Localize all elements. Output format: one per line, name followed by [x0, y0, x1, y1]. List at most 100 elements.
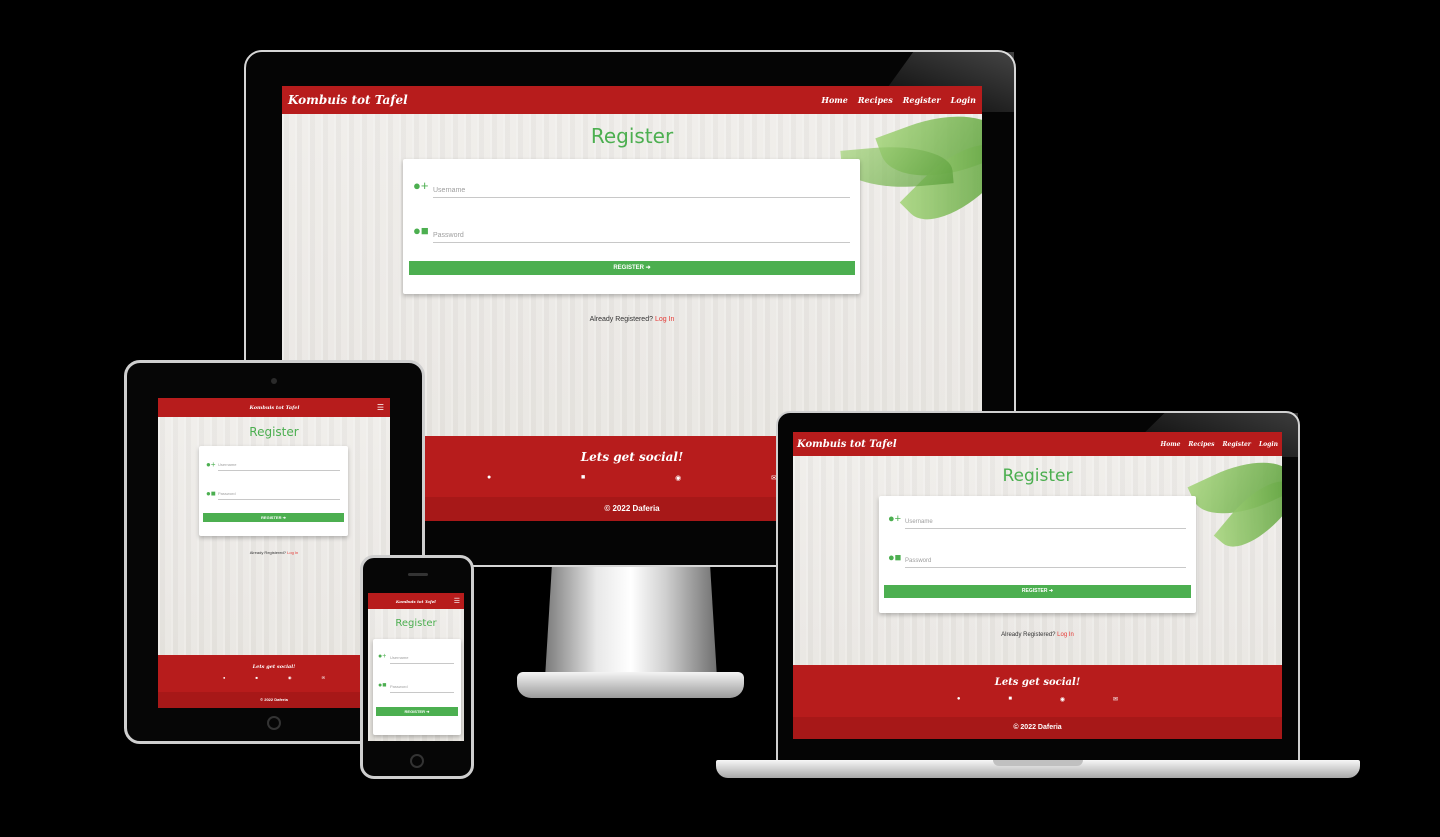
nav-links: Home Recipes Register Login	[821, 95, 976, 105]
register-button-label: REGISTER	[404, 709, 425, 714]
nav-recipes[interactable]: Recipes	[1188, 441, 1214, 448]
phone-home-button	[410, 754, 424, 768]
instagram-icon[interactable]: ■	[256, 675, 258, 680]
register-button[interactable]: REGISTER ➜	[884, 585, 1191, 598]
page-title: Register	[395, 618, 437, 629]
user-plus-icon: ●+	[888, 513, 902, 525]
user-lock-icon: ●■	[888, 552, 902, 564]
nav-register[interactable]: Register	[903, 95, 941, 105]
social-links: ● ■ ◉ ✉	[793, 696, 1282, 703]
email-icon[interactable]: ✉	[1113, 696, 1118, 703]
social-title: Lets get social!	[252, 664, 296, 670]
nav-login[interactable]: Login	[951, 95, 976, 105]
sign-in-icon: ➜	[282, 515, 286, 520]
sign-in-icon: ➜	[426, 709, 430, 714]
monitor-stand-neck	[545, 566, 717, 678]
tablet-screen: Kombuis tot Tafel ☰ Register ●+ Username…	[158, 398, 390, 708]
sign-in-icon: ➜	[1048, 588, 1054, 594]
social-links: ● ■ ◉ ✉	[158, 675, 390, 680]
login-link[interactable]: Log In	[287, 550, 298, 555]
username-placeholder: Username	[390, 655, 409, 660]
user-lock-icon: ●■	[413, 223, 429, 238]
facebook-icon[interactable]: ●	[487, 474, 491, 482]
register-button[interactable]: REGISTER ➜	[203, 513, 344, 522]
user-lock-icon: ●■	[206, 489, 216, 498]
username-field[interactable]: Username	[390, 650, 454, 664]
user-plus-icon: ●+	[378, 653, 387, 660]
register-button[interactable]: REGISTER ➜	[409, 261, 855, 275]
username-placeholder: Username	[433, 187, 466, 194]
password-field[interactable]: Password	[390, 679, 454, 693]
brand-logo[interactable]: Kombuis tot Tafel	[797, 439, 897, 450]
password-placeholder: Password	[905, 558, 932, 564]
username-field[interactable]: Username	[905, 510, 1186, 529]
pinterest-icon[interactable]: ◉	[675, 474, 681, 482]
monitor-stand-base	[517, 672, 744, 698]
username-placeholder: Username	[905, 519, 933, 525]
instagram-icon[interactable]: ■	[581, 474, 585, 482]
nav-home[interactable]: Home	[1161, 441, 1181, 448]
register-card: ●+ Username ●■ Password REGISTER ➜	[373, 639, 461, 735]
password-field[interactable]: Password	[433, 220, 850, 243]
brand-logo[interactable]: Kombuis tot Tafel	[396, 599, 436, 604]
user-lock-icon: ●■	[378, 682, 387, 689]
brand-logo[interactable]: Kombuis tot Tafel	[288, 93, 408, 107]
register-card: ●+ Username ●■ Password REGISTER ➜	[199, 446, 348, 536]
footer: Lets get social! ● ■ ◉ ✉ © 2022 Daferia	[158, 655, 390, 708]
page-title: Register	[1002, 466, 1073, 486]
password-placeholder: Password	[433, 232, 464, 239]
register-card: ●+ Username ●■ Password REGISTER ➜	[403, 159, 860, 294]
already-registered: Already Registered? Log In	[158, 550, 390, 555]
social-title: Lets get social!	[994, 677, 1081, 688]
user-plus-icon: ●+	[413, 178, 429, 193]
username-field[interactable]: Username	[433, 175, 850, 198]
nav-recipes[interactable]: Recipes	[858, 95, 893, 105]
password-placeholder: Password	[218, 491, 236, 496]
register-button-label: REGISTER	[261, 515, 282, 520]
laptop-notch	[993, 760, 1083, 766]
password-placeholder: Password	[390, 684, 408, 689]
user-plus-icon: ●+	[206, 460, 216, 469]
nav-home[interactable]: Home	[821, 95, 847, 105]
footer: Lets get social! ● ■ ◉ ✉ © 2022 Daferia	[793, 665, 1282, 739]
tablet-camera	[271, 378, 277, 384]
pinterest-icon[interactable]: ◉	[288, 675, 292, 680]
navbar: Kombuis tot Tafel Home Recipes Register …	[793, 432, 1282, 456]
already-registered: Already Registered? Log In	[282, 316, 982, 323]
password-field[interactable]: Password	[905, 549, 1186, 568]
register-button-label: REGISTER	[613, 265, 644, 271]
phone-speaker	[408, 573, 428, 576]
login-link[interactable]: Log In	[655, 316, 674, 323]
hamburger-menu-icon[interactable]: ☰	[454, 598, 460, 605]
laptop-screen: Kombuis tot Tafel Home Recipes Register …	[793, 432, 1282, 739]
copyright: © 2022 Daferia	[793, 717, 1282, 739]
phone-screen: Kombuis tot Tafel ☰ Register ●+ Username…	[368, 593, 464, 741]
navbar: Kombuis tot Tafel ☰	[368, 593, 464, 609]
already-registered-text: Already Registered?	[249, 550, 286, 555]
page-title: Register	[590, 124, 674, 148]
brand-logo[interactable]: Kombuis tot Tafel	[249, 405, 299, 411]
navbar: Kombuis tot Tafel ☰	[158, 398, 390, 417]
email-icon[interactable]: ✉	[322, 675, 325, 680]
login-link[interactable]: Log In	[1057, 632, 1074, 638]
sign-in-icon: ➜	[645, 265, 651, 271]
nav-register[interactable]: Register	[1223, 441, 1251, 448]
register-card: ●+ Username ●■ Password REGISTER ➜	[879, 496, 1196, 613]
instagram-icon[interactable]: ■	[1008, 696, 1012, 703]
hamburger-menu-icon[interactable]: ☰	[377, 403, 384, 412]
pinterest-icon[interactable]: ◉	[1060, 696, 1065, 703]
facebook-icon[interactable]: ●	[223, 675, 225, 680]
navbar: Kombuis tot Tafel Home Recipes Register …	[282, 86, 982, 114]
register-button[interactable]: REGISTER ➜	[376, 707, 458, 716]
facebook-icon[interactable]: ●	[957, 696, 961, 703]
page-title: Register	[249, 425, 299, 439]
already-registered-text: Already Registered?	[1001, 632, 1056, 638]
already-registered: Already Registered? Log In	[793, 632, 1282, 638]
tablet-home-button	[267, 716, 281, 730]
username-field[interactable]: Username	[218, 457, 340, 471]
nav-login[interactable]: Login	[1259, 441, 1278, 448]
nav-links: Home Recipes Register Login	[1161, 441, 1278, 448]
register-button-label: REGISTER	[1021, 588, 1048, 594]
username-placeholder: Username	[218, 462, 237, 467]
password-field[interactable]: Password	[218, 486, 340, 500]
